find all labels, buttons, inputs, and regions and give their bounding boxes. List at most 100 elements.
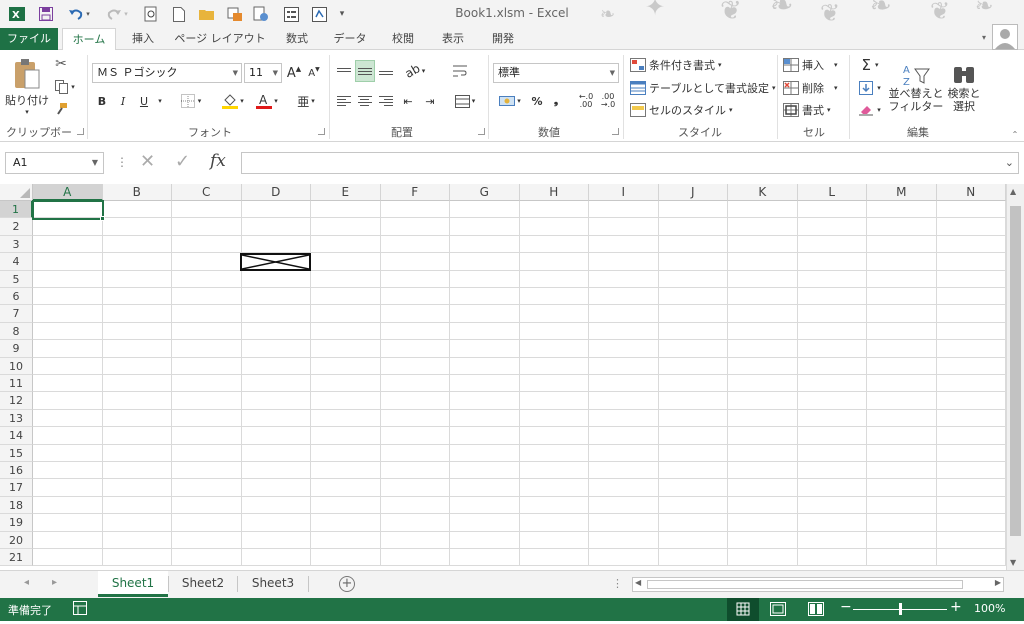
shrink-font-button[interactable]: A ▼ [305, 63, 323, 83]
decrease-indent-button[interactable]: ⇤ [398, 91, 418, 111]
account-dropdown-icon[interactable]: ▾ [982, 33, 986, 42]
cancel-entry-icon[interactable]: ✕ [140, 151, 155, 172]
borders-button[interactable]: ▾ [175, 91, 207, 111]
row-header-14[interactable]: 14 [0, 427, 33, 445]
row-header-20[interactable]: 20 [0, 531, 33, 549]
column-header-k[interactable]: K [728, 184, 798, 201]
insert-cells-button[interactable]: 挿入 ▾ [783, 55, 838, 75]
sheet-tab-1[interactable]: Sheet1 [98, 571, 168, 597]
row-header-8[interactable]: 8 [0, 322, 33, 341]
increase-decimal-button[interactable]: ←.0 .00 [576, 91, 596, 111]
vertical-scroll-thumb[interactable] [1010, 206, 1021, 536]
scroll-right-icon[interactable]: ▶ [995, 578, 1001, 587]
tab-data[interactable]: データ [324, 28, 376, 50]
bold-button[interactable]: B [94, 91, 110, 111]
scroll-down-icon[interactable]: ▼ [1010, 558, 1016, 567]
fill-button[interactable]: ▾ [855, 78, 885, 98]
column-header-i[interactable]: I [589, 184, 659, 201]
conditional-formatting-button[interactable]: 条件付き書式 ▾ [630, 55, 722, 75]
fill-handle[interactable] [100, 216, 105, 221]
font-launcher-icon[interactable] [318, 128, 325, 135]
next-sheet-icon[interactable]: ▸ [52, 577, 57, 588]
row-header-1[interactable]: 1 [0, 201, 33, 219]
avatar[interactable] [992, 24, 1018, 50]
alignment-launcher-icon[interactable] [478, 128, 485, 135]
worksheet-grid[interactable]: ABCDEFGHIJKLMN 1 2 3 4 5 6 7 8 9 10 11 12 13 14 15 16 17… [0, 184, 1024, 570]
formula-input[interactable]: ⌄ [241, 152, 1019, 174]
insert-function-button[interactable]: fx [210, 151, 226, 171]
fill-color-button[interactable]: ▾ [218, 91, 248, 111]
clipboard-launcher-icon[interactable] [77, 128, 84, 135]
vertical-scrollbar[interactable]: ▲ ▼ [1006, 184, 1024, 570]
active-cell[interactable] [32, 200, 104, 220]
column-header-c[interactable]: C [172, 184, 242, 201]
column-header-g[interactable]: G [450, 184, 520, 201]
confirm-entry-icon[interactable]: ✓ [175, 151, 190, 172]
row-header-5[interactable]: 5 [0, 270, 33, 288]
tab-page-layout[interactable]: ページ レイアウト [170, 28, 270, 50]
column-header-m[interactable]: M [867, 184, 937, 201]
row-header-13[interactable]: 13 [0, 409, 33, 428]
comma-style-button[interactable]: ❟ [549, 91, 563, 111]
italic-button[interactable]: I [115, 91, 131, 111]
percent-button[interactable]: % [530, 91, 544, 111]
align-bottom-button[interactable] [376, 60, 396, 82]
tab-review[interactable]: 校閲 [380, 28, 426, 50]
zoom-level[interactable]: 100% [974, 602, 1005, 615]
horizontal-scroll-thumb[interactable] [647, 580, 963, 589]
column-header-a[interactable]: A [33, 184, 103, 201]
grow-font-button[interactable]: A ▲ [285, 63, 303, 83]
format-as-table-button[interactable]: テーブルとして書式設定 ▾ [630, 78, 776, 98]
zoom-slider-thumb[interactable] [899, 603, 902, 615]
format-painter-button[interactable] [50, 99, 72, 119]
row-header-21[interactable]: 21 [0, 549, 33, 567]
row-header-12[interactable]: 12 [0, 392, 33, 410]
font-size-combo[interactable]: 11 ▼ [244, 63, 282, 83]
embedded-object[interactable] [240, 253, 311, 271]
name-box[interactable]: A1 ▼ [5, 152, 104, 174]
row-header-3[interactable]: 3 [0, 235, 33, 254]
tab-file[interactable]: ファイル [0, 28, 58, 50]
row-header-2[interactable]: 2 [0, 218, 33, 236]
normal-view-button[interactable] [727, 598, 759, 621]
increase-indent-button[interactable]: ⇥ [420, 91, 440, 111]
sheet-tab-3[interactable]: Sheet3 [238, 571, 308, 597]
row-header-15[interactable]: 15 [0, 444, 33, 462]
clear-button[interactable]: ▾ [855, 100, 885, 120]
select-all-corner[interactable] [0, 184, 33, 201]
underline-dropdown[interactable]: ▾ [155, 91, 165, 111]
font-name-combo[interactable]: ＭＳ Ｐゴシック ▼ [92, 63, 242, 83]
column-header-l[interactable]: L [797, 184, 867, 201]
merge-center-button[interactable]: ▾ [450, 91, 480, 111]
zoom-out-button[interactable]: − [840, 599, 852, 615]
decrease-decimal-button[interactable]: .00 →.0 [598, 91, 618, 111]
tab-insert[interactable]: 挿入 [120, 28, 166, 50]
align-right-button[interactable] [376, 91, 396, 111]
column-header-b[interactable]: B [102, 184, 172, 201]
wrap-text-button[interactable] [450, 60, 470, 82]
row-header-17[interactable]: 17 [0, 479, 33, 497]
column-header-j[interactable]: J [658, 184, 728, 201]
row-header-4[interactable]: 4 [0, 253, 33, 271]
tab-developer[interactable]: 開発 [480, 28, 526, 50]
align-left-button[interactable] [334, 91, 354, 111]
new-sheet-button[interactable]: + [339, 576, 355, 592]
row-header-6[interactable]: 6 [0, 288, 33, 306]
phonetic-button[interactable]: 亜 ▾ [292, 91, 320, 111]
prev-sheet-icon[interactable]: ◂ [24, 577, 29, 588]
column-header-e[interactable]: E [311, 184, 381, 201]
expand-formula-bar-icon[interactable]: ⌄ [1005, 156, 1014, 169]
more-options-icon[interactable]: ⋮ [116, 155, 128, 169]
row-header-7[interactable]: 7 [0, 305, 33, 323]
delete-cells-button[interactable]: 削除 ▾ [783, 78, 838, 98]
collapse-ribbon-icon[interactable]: ⌃ [1010, 130, 1020, 139]
cell-styles-button[interactable]: セルのスタイル ▾ [630, 100, 733, 120]
macro-record-icon[interactable] [73, 601, 87, 618]
tab-formulas[interactable]: 数式 [274, 28, 320, 50]
row-header-9[interactable]: 9 [0, 340, 33, 358]
font-color-button[interactable]: A ▾ [252, 91, 282, 111]
tab-home[interactable]: ホーム [62, 28, 116, 51]
row-header-19[interactable]: 19 [0, 514, 33, 532]
align-middle-button[interactable] [355, 60, 375, 82]
column-header-h[interactable]: H [519, 184, 589, 201]
